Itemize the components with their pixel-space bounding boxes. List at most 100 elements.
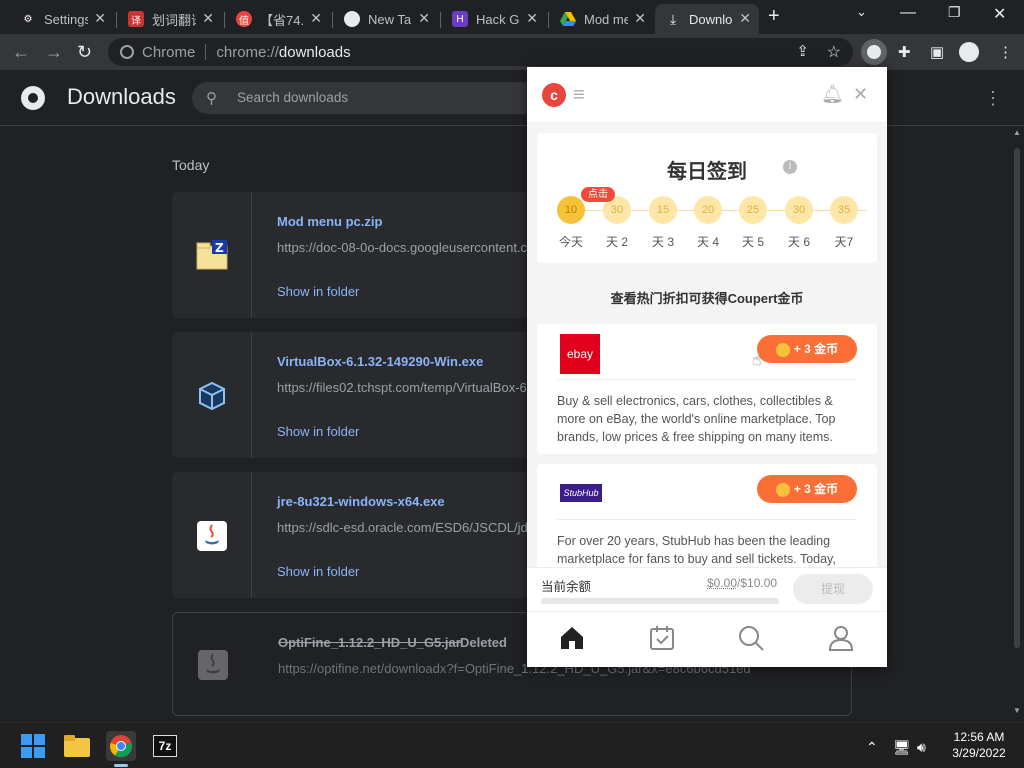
tab-new-tab[interactable]: New Tab ✕ <box>334 4 438 34</box>
checkin-coin-today[interactable]: 10 <box>557 196 585 224</box>
earn-coins-button[interactable]: + 3 金币 <box>757 475 857 503</box>
hamburger-menu-icon[interactable]: ≡ <box>573 85 585 105</box>
earn-coins-button[interactable]: + 3 金币 <box>757 335 857 363</box>
tab-title: 划词翻译 <box>152 12 196 28</box>
zip-file-icon: Z <box>196 240 228 270</box>
file-explorer-icon[interactable] <box>62 731 92 761</box>
offer-description: For over 20 years, StubHub has been the … <box>557 534 836 566</box>
file-name-link[interactable]: jre-8u321-windows-x64.exe <box>277 494 445 509</box>
reward-label: + 3 金币 <box>793 482 839 496</box>
svg-text:Z: Z <box>215 241 224 255</box>
chrome-taskbar-icon[interactable] <box>106 731 136 761</box>
windows-start-icon[interactable] <box>18 731 48 761</box>
coin-icon <box>775 482 790 497</box>
file-url[interactable]: https://sdlc-esd.oracle.com/ESD6/JSCDL/j… <box>277 520 527 535</box>
close-icon[interactable]: ✕ <box>418 10 430 27</box>
home-icon[interactable] <box>558 624 588 654</box>
tab-search-icon[interactable]: ⌄ <box>856 4 867 20</box>
bell-icon[interactable]: 🔔︎ <box>821 84 844 105</box>
close-icon[interactable]: ✕ <box>310 10 322 27</box>
forward-icon[interactable]: → <box>45 42 63 63</box>
tab-hack-gen[interactable]: H Hack Ge ✕ <box>442 4 546 34</box>
coupert-extension-popup: c ≡ 🔔︎ ✕ 每日签到 i 10 30 15 20 25 30 35 点击 … <box>527 67 887 667</box>
day-label: 天 5 <box>741 235 764 249</box>
clock-date: 3/29/2022 <box>952 746 1006 760</box>
day-label: 天 6 <box>787 235 810 249</box>
balance-label: 当前余额 <box>541 580 592 594</box>
share-icon[interactable]: ⇪ <box>796 42 809 60</box>
balance-progress <box>541 598 779 604</box>
tab-title: Mod me <box>584 11 628 27</box>
file-url[interactable]: https://files02.tchspt.com/temp/VirtualB… <box>277 380 527 395</box>
hackgen-icon: H <box>452 11 468 27</box>
tab-title: 【省74.5 <box>260 12 304 28</box>
restore-button[interactable]: ❐ <box>948 4 961 21</box>
tab-downloads[interactable]: ⤓ Downlo ✕ <box>655 4 759 34</box>
show-in-folder-link[interactable]: Show in folder <box>277 284 359 299</box>
7zip-icon[interactable]: 7z <box>150 731 180 761</box>
info-icon[interactable]: i <box>783 160 797 174</box>
balance-target: /$10.00 <box>737 576 778 590</box>
drive-icon <box>560 11 576 27</box>
download-icon: ⤓ <box>669 10 677 27</box>
reload-icon[interactable]: ↻ <box>77 42 92 63</box>
url-path: downloads <box>278 43 351 61</box>
reward-label: + 3 金币 <box>793 342 839 356</box>
profile-avatar[interactable] <box>959 42 979 62</box>
file-url[interactable]: https://doc-08-0o-docs.googleusercontent… <box>277 240 527 255</box>
offer-card-stubhub[interactable]: StubHub + 3 金币 For over 20 years, StubHu… <box>537 464 877 574</box>
calendar-check-icon[interactable] <box>648 624 678 654</box>
volume-icon[interactable]: 🔊︎ <box>917 739 926 756</box>
more-actions-icon[interactable]: ⋮ <box>984 88 1002 109</box>
tab-settings[interactable]: ⚙ Settings ✕ <box>10 4 114 34</box>
page-scrollbar[interactable]: ▲ ▼ <box>1010 126 1024 722</box>
ebay-logo: ebay <box>560 334 600 374</box>
withdraw-button[interactable]: 提现 <box>793 574 873 604</box>
file-name: OptiFine_1.12.2_HD_U_G5.jar <box>278 635 461 650</box>
tab-title: New Tab <box>368 11 412 27</box>
bookmark-star-icon[interactable]: ☆ <box>827 42 841 62</box>
tab-title: Downlo <box>689 11 733 27</box>
extensions-puzzle-icon[interactable]: ✚ <box>898 43 911 61</box>
chrome-icon <box>344 11 360 27</box>
hand-cursor-icon: ☝︎ <box>752 352 762 369</box>
close-icon[interactable]: ✕ <box>94 10 106 27</box>
offer-card-ebay[interactable]: ebay + 3 金币 ☝︎ Buy & sell electronics, c… <box>537 324 877 454</box>
minimize-button[interactable]: — <box>900 4 916 22</box>
checkin-coin: 15 <box>649 196 677 224</box>
tray-chevron-icon[interactable]: ⌃ <box>866 739 878 756</box>
smzdm-icon: 值 <box>236 11 252 27</box>
back-icon[interactable]: ← <box>12 42 30 63</box>
browser-toolbar: ← → ↻ Chrome chrome://downloads ⇪ ☆ ✚ ▣ … <box>0 34 1024 70</box>
click-badge[interactable]: 点击 <box>581 187 615 202</box>
site-label: Chrome <box>142 43 196 61</box>
show-in-folder-link[interactable]: Show in folder <box>277 424 359 439</box>
tab-mod-menu[interactable]: Mod me ✕ <box>550 4 654 34</box>
file-name-link[interactable]: VirtualBox-6.1.32-149290-Win.exe <box>277 354 483 369</box>
address-bar[interactable]: Chrome chrome://downloads ⇪ ☆ <box>108 38 853 66</box>
coupert-extension-icon[interactable] <box>861 39 887 65</box>
close-window-button[interactable]: ✕ <box>993 4 1006 24</box>
close-icon[interactable]: ✕ <box>739 10 751 27</box>
tab-strip: ⚙ Settings ✕ 译 划词翻译 ✕ 值 【省74.5 ✕ New Tab… <box>0 0 1024 34</box>
network-icon[interactable]: 🖥︎ <box>893 739 911 756</box>
close-icon[interactable]: ✕ <box>853 84 868 105</box>
tab-smzdm[interactable]: 值 【省74.5 ✕ <box>226 4 330 34</box>
close-icon[interactable]: ✕ <box>526 10 538 27</box>
day-label: 天 2 <box>605 235 628 249</box>
search-icon[interactable] <box>737 624 767 654</box>
close-icon[interactable]: ✕ <box>634 10 646 27</box>
tab-title: Hack Ge <box>476 11 520 27</box>
side-panel-icon[interactable]: ▣ <box>930 43 944 61</box>
new-tab-button[interactable]: + <box>768 5 780 28</box>
show-in-folder-link[interactable]: Show in folder <box>277 564 359 579</box>
search-icon: ⚲ <box>206 90 217 107</box>
menu-kebab-icon[interactable]: ⋮ <box>998 43 1013 61</box>
close-icon[interactable]: ✕ <box>202 10 214 27</box>
system-clock[interactable]: 12:56 AM 3/29/2022 <box>944 729 1014 761</box>
balance-current: $0.00 <box>707 576 738 590</box>
popup-bottom-nav <box>527 611 887 667</box>
file-name-link[interactable]: Mod menu pc.zip <box>277 214 382 229</box>
tab-translate[interactable]: 译 划词翻译 ✕ <box>118 4 222 34</box>
profile-icon[interactable] <box>827 624 857 654</box>
